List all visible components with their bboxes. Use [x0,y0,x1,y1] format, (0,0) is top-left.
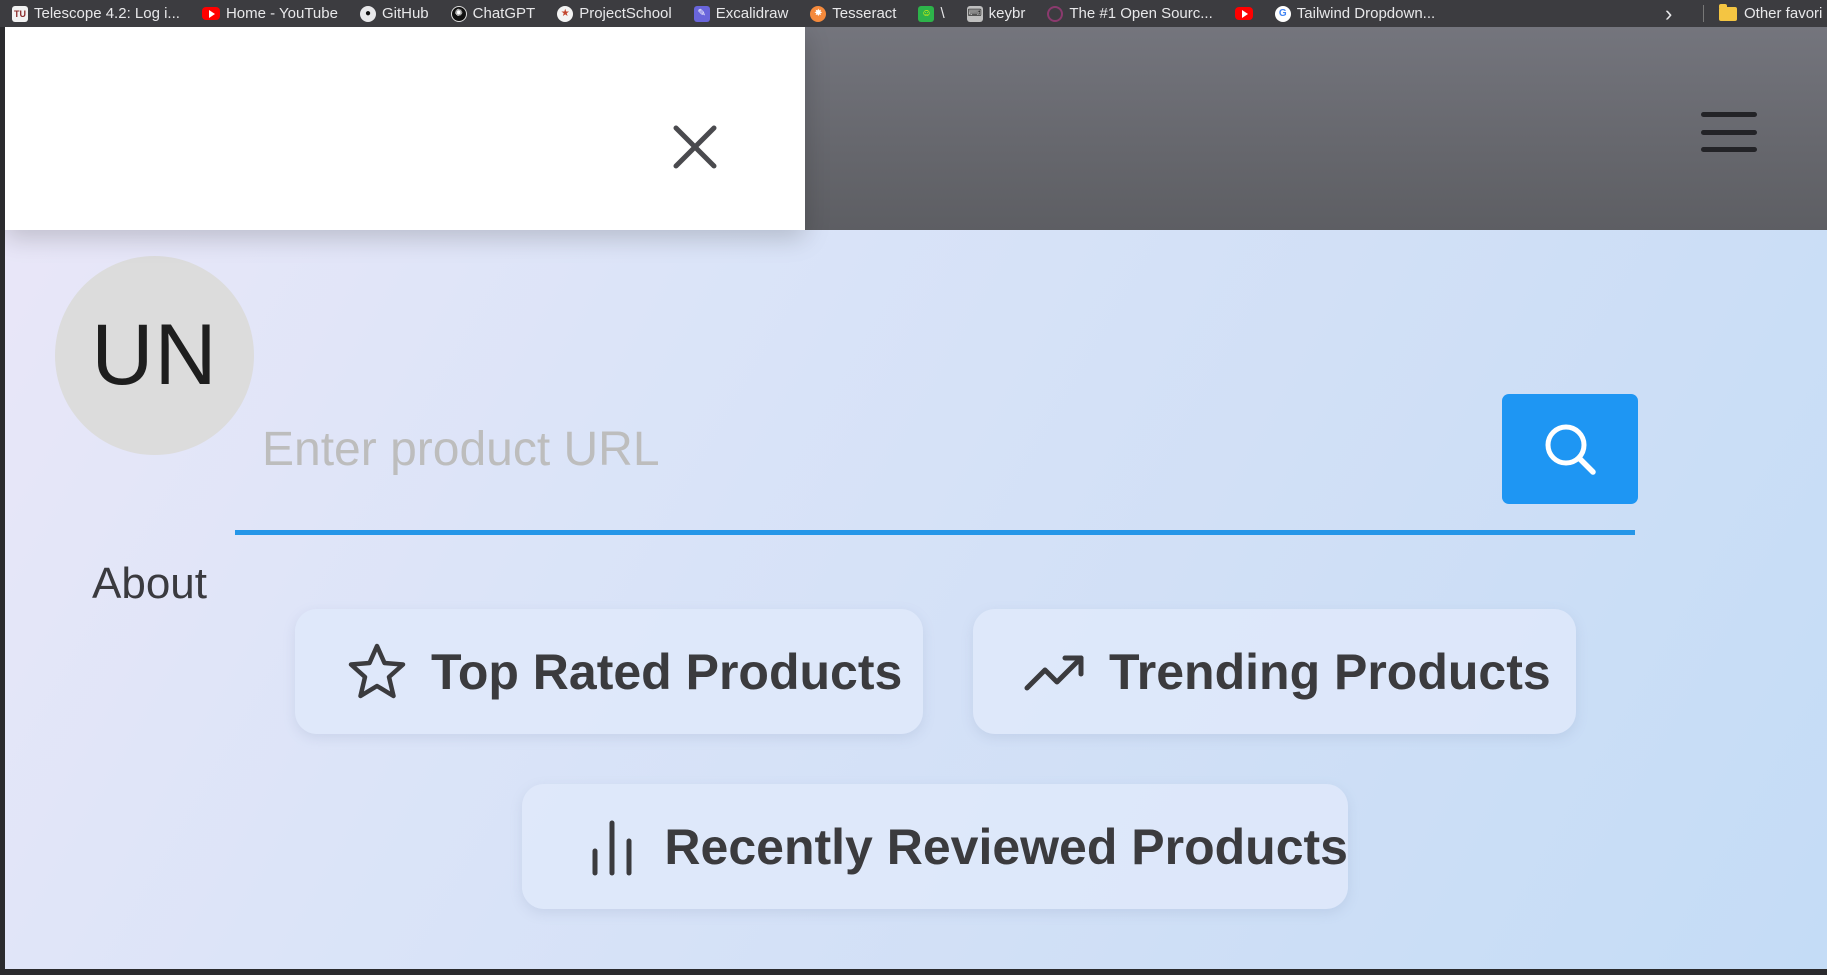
star-icon [345,640,409,704]
bookmark-label: \ [940,5,945,22]
projectschool-icon: ★ [557,5,574,22]
bookmarks-bar: TU Telescope 4.2: Log i... Home - YouTub… [0,0,1827,27]
bookmark-projectschool[interactable]: ★ ProjectSchool [557,0,672,27]
bookmark-github[interactable]: ● GitHub [359,0,429,27]
top-rated-products-button[interactable]: Top Rated Products [295,609,923,734]
trending-up-icon [1023,640,1087,704]
bookmark-label: ChatGPT [472,5,536,22]
bookmark-tesseract[interactable]: ✸ Tesseract [810,0,896,27]
bookmark-label: keybr [988,5,1026,22]
chip-label: Recently Reviewed Products [664,818,1348,875]
bookmark-opensource[interactable]: The #1 Open Sourc... [1047,0,1213,27]
bookmark-label: ProjectSchool [579,5,672,22]
bookmark-label: Tesseract [832,5,897,22]
chip-label: Trending Products [1109,643,1551,700]
side-drawer [5,27,805,230]
keybr-icon: ⌨ [966,5,983,22]
tu-icon: TU [12,5,28,22]
close-drawer-button[interactable] [665,117,725,177]
bookmark-telescope[interactable]: TU Telescope 4.2: Log i... [12,0,180,27]
bookmark-youtube[interactable] [1234,0,1253,27]
bookmark-tailwind-dropdown[interactable]: G Tailwind Dropdown... [1274,0,1436,27]
youtube-icon [1234,7,1253,20]
avatar[interactable]: UN [55,256,254,455]
page-viewport: UN About Top Rated Products Trending Pro… [5,27,1827,969]
trending-products-button[interactable]: Trending Products [973,609,1576,734]
search-button[interactable] [1502,394,1638,504]
smiley-icon: ☺ [918,5,935,22]
search-underline [235,530,1635,535]
bookmark-youtube-home[interactable]: Home - YouTube [201,0,338,27]
opensource-icon [1047,5,1064,22]
excalidraw-icon: ✎ [693,5,710,22]
about-link[interactable]: About [92,559,207,609]
bookmarks-overflow-button[interactable]: › [1665,0,1672,27]
other-favorites-label: Other favori [1744,5,1823,22]
bookmark-label: Tailwind Dropdown... [1296,5,1436,22]
tesseract-icon: ✸ [810,5,827,22]
google-icon: G [1274,5,1291,22]
bookmark-chatgpt[interactable]: ✺ ChatGPT [450,0,536,27]
github-icon: ● [359,5,376,22]
bookmarks-divider [1703,5,1704,22]
bookmark-label: Telescope 4.2: Log i... [34,5,180,22]
bookmark-label: The #1 Open Sourc... [1069,5,1213,22]
search-icon [1545,424,1596,475]
avatar-initials: UN [91,307,218,403]
bar-chart-icon [582,815,642,879]
bookmark-label: GitHub [381,5,429,22]
hamburger-icon [1701,112,1757,117]
bookmark-excalidraw[interactable]: ✎ Excalidraw [693,0,789,27]
bookmark-label: Excalidraw [715,5,789,22]
product-url-input[interactable] [235,367,1475,527]
menu-button[interactable] [1697,106,1761,158]
recently-reviewed-products-button[interactable]: Recently Reviewed Products [522,784,1348,909]
close-icon [673,125,717,169]
search-bar [235,367,1638,537]
other-favorites-folder[interactable]: Other favori [1719,0,1822,27]
youtube-icon [201,7,220,20]
bookmark-smiley[interactable]: ☺ \ [918,0,945,27]
folder-icon [1719,3,1737,21]
chatgpt-icon: ✺ [450,5,467,22]
bookmark-keybr[interactable]: ⌨ keybr [966,0,1026,27]
bookmark-label: Home - YouTube [225,5,338,22]
chip-label: Top Rated Products [431,643,903,700]
chevron-right-icon: › [1665,0,1673,26]
